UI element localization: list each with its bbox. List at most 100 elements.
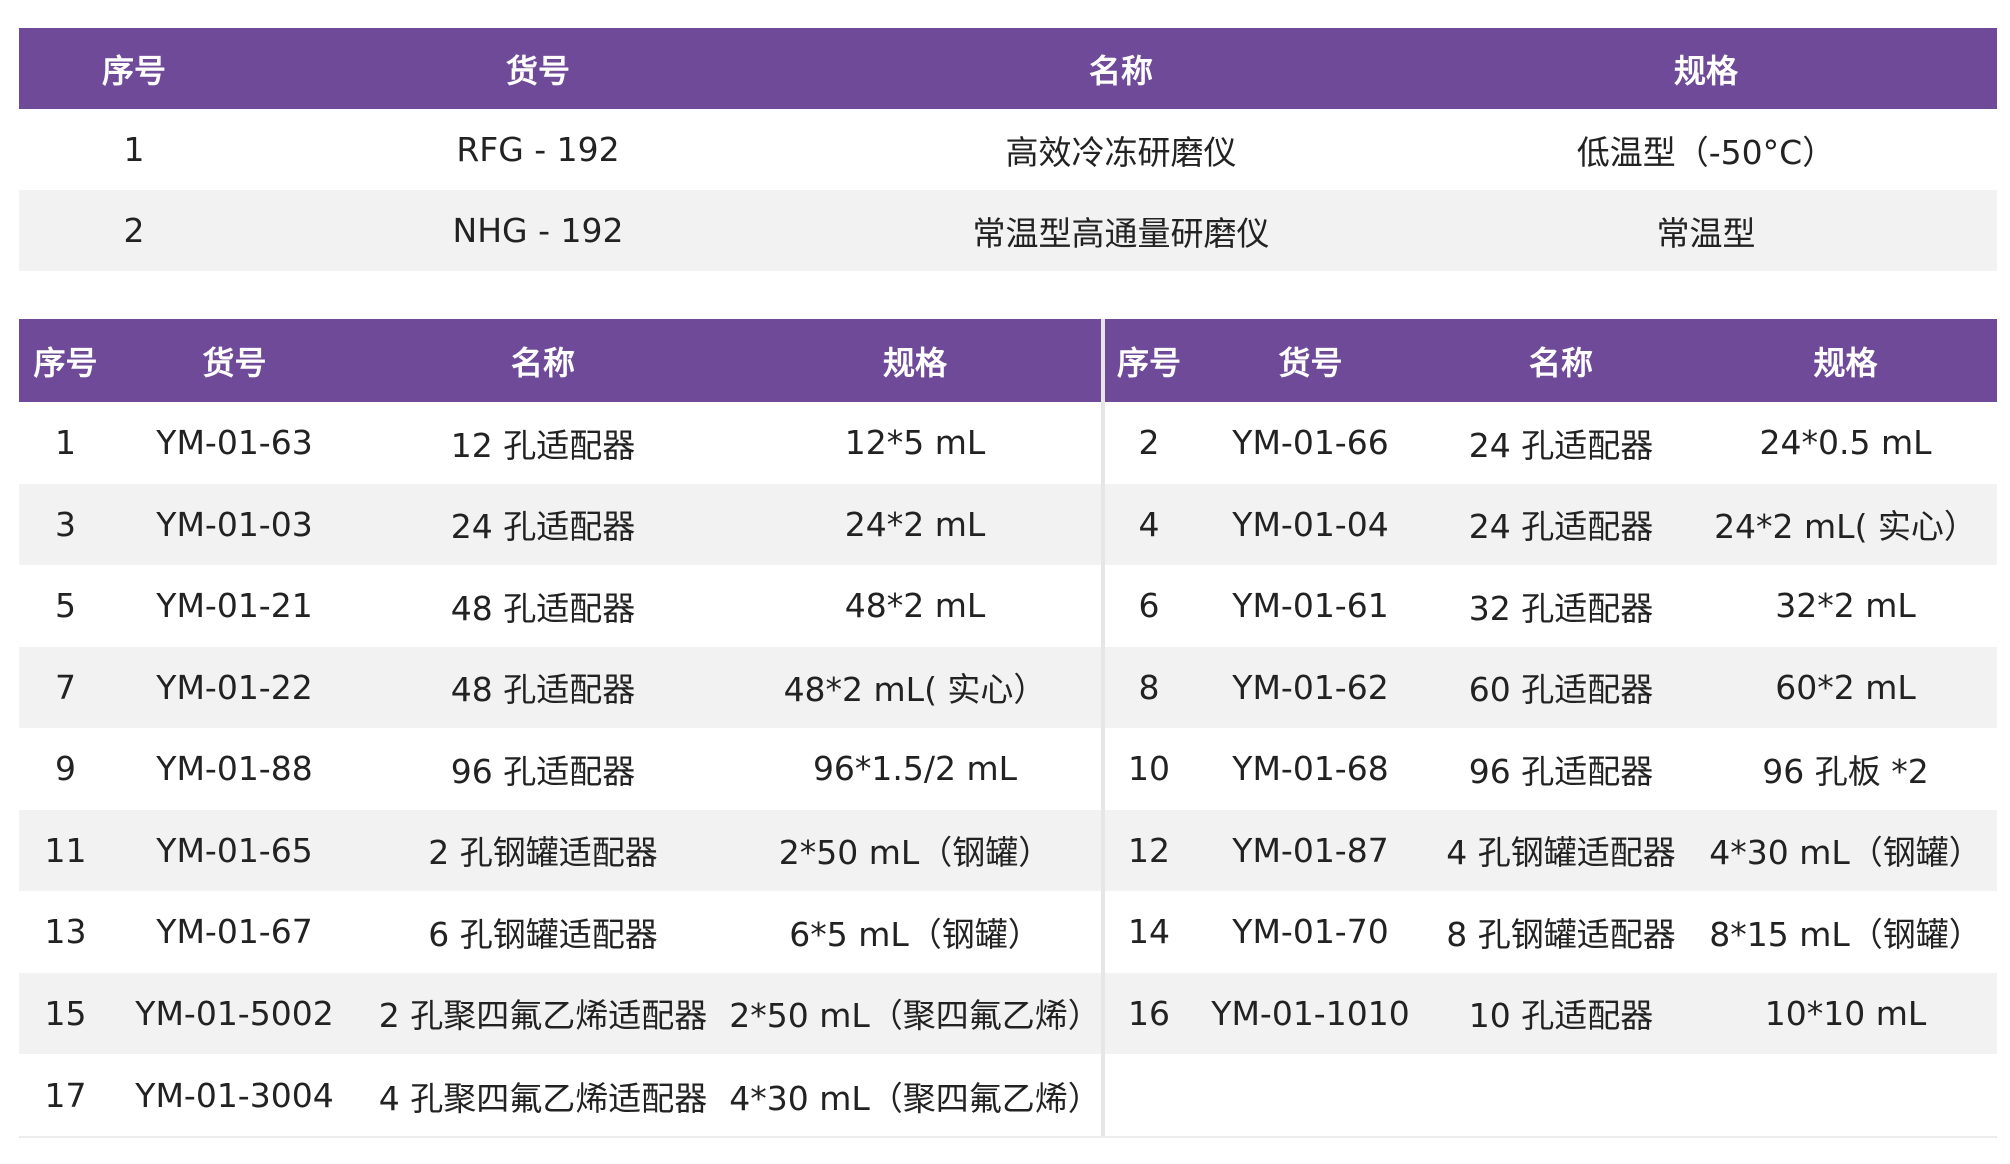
table-row: 10 YM-01-68 96 孔适配器 96 孔板 *2 (1105, 728, 1997, 810)
table-row: 2 YM-01-66 24 孔适配器 24*0.5 mL (1105, 402, 1997, 484)
adapter-table-left-header: 序号 货号 名称 规格 (19, 319, 1101, 402)
table-row: 1 RFG - 192 高效冷冻研磨仪 低温型（-50°C） (19, 109, 1997, 190)
header-index: 序号 (101, 51, 166, 90)
header-index: 序号 (33, 343, 98, 382)
cell-spec: 32*2 mL (1775, 586, 1916, 626)
cell-index: 13 (44, 912, 87, 952)
cell-name: 12 孔适配器 (450, 425, 636, 465)
cell-name: 4 孔聚四氟乙烯适配器 (378, 1078, 708, 1118)
cell-item-number: YM-01-66 (1232, 423, 1389, 463)
cell-name: 96 孔适配器 (450, 751, 636, 791)
cell-item-number: YM-01-87 (1193, 809, 1428, 891)
table-row: 14 YM-01-70 8 孔钢罐适配器 8*15 mL（钢罐） (1105, 891, 1997, 973)
table-row: 13 YM-01-67 6 孔钢罐适配器 6*5 mL（钢罐） (19, 891, 1101, 973)
table-row: 6 YM-01-61 32 孔适配器 32*2 mL (1105, 565, 1997, 647)
header-spec: 规格 (882, 343, 947, 382)
cell-index: 14 (1128, 912, 1170, 952)
cell-item-number: NHG - 192 (249, 190, 827, 271)
cell-index: 17 (44, 1076, 87, 1115)
cell-spec: 2*50 mL（聚四氟乙烯） (729, 972, 1101, 1054)
cell-spec: 8*15 mL（钢罐） (1709, 914, 1982, 954)
cell-name: 48 孔适配器 (357, 646, 729, 728)
cell-index: 5 (55, 586, 76, 626)
cell-item-number: YM-01-21 (156, 586, 313, 626)
cell-spec: 24*2 mL (729, 483, 1101, 565)
cell-spec: 96 孔板 *2 (1762, 751, 1929, 791)
header-item-number: 货号 (505, 51, 570, 90)
cell-index: 2 (1138, 423, 1160, 463)
cell-index: 8 (1105, 646, 1193, 728)
cell-index: 6 (1138, 586, 1160, 626)
cell-name: 96 孔适配器 (1468, 751, 1654, 791)
header-name: 名称 (1088, 51, 1153, 90)
cell-name: 常温型高通量研磨仪 (827, 190, 1415, 271)
instrument-table: 序号 货号 名称 规格 1 RFG - 192 高效冷冻研磨仪 低温型（-50°… (19, 28, 1997, 271)
cell-name: 4 孔钢罐适配器 (1428, 809, 1694, 891)
cell-name: 60 孔适配器 (1428, 646, 1694, 728)
table-row: 16 YM-01-1010 10 孔适配器 10*10 mL (1105, 972, 1997, 1054)
cell-index: 11 (19, 809, 112, 891)
cell-index: 1 (123, 130, 145, 169)
table-row: 3 YM-01-03 24 孔适配器 24*2 mL (19, 483, 1101, 565)
table-row: 17 YM-01-3004 4 孔聚四氟乙烯适配器 4*30 mL（聚四氟乙烯） (19, 1054, 1101, 1137)
bottom-rule (19, 1136, 1997, 1138)
header-item-number: 货号 (202, 343, 267, 382)
cell-name: 10 孔适配器 (1428, 972, 1694, 1054)
header-item-number: 货号 (1278, 343, 1343, 382)
header-index: 序号 (1116, 343, 1181, 382)
cell-spec: 10*10 mL (1694, 972, 1997, 1054)
cell-name: 6 孔钢罐适配器 (428, 914, 658, 954)
cell-spec: 24*2 mL( 实心） (1694, 483, 1997, 565)
cell-spec: 96*1.5/2 mL (812, 749, 1018, 789)
header-name: 名称 (1528, 343, 1593, 382)
cell-spec: 2*50 mL（钢罐） (729, 809, 1101, 891)
cell-item-number: YM-01-61 (1232, 586, 1389, 626)
cell-index: 16 (1105, 972, 1193, 1054)
cell-item-number: YM-01-70 (1232, 912, 1389, 952)
cell-spec: 24*0.5 mL (1759, 423, 1932, 463)
cell-name: 2 孔钢罐适配器 (357, 809, 729, 891)
cell-spec: 48*2 mL (844, 586, 986, 626)
cell-index: 12 (1105, 809, 1193, 891)
table-row: 15 YM-01-5002 2 孔聚四氟乙烯适配器 2*50 mL（聚四氟乙烯） (19, 972, 1101, 1054)
table-row: 1 YM-01-63 12 孔适配器 12*5 mL (19, 402, 1101, 484)
cell-name: 32 孔适配器 (1468, 588, 1654, 628)
cell-spec: 低温型（-50°C） (1576, 132, 1836, 172)
cell-name: 24 孔适配器 (1468, 425, 1654, 465)
header-name: 名称 (510, 343, 575, 382)
cell-item-number: YM-01-3004 (135, 1076, 334, 1115)
table-row: 5 YM-01-21 48 孔适配器 48*2 mL (19, 565, 1101, 647)
adapter-table-right-header: 序号 货号 名称 规格 (1105, 319, 1997, 402)
cell-item-number: YM-01-63 (156, 423, 313, 463)
cell-name: 8 孔钢罐适配器 (1446, 914, 1676, 954)
table-row: 8 YM-01-62 60 孔适配器 60*2 mL (1105, 646, 1997, 728)
cell-spec: 12*5 mL (844, 423, 986, 463)
cell-index: 1 (55, 423, 76, 463)
cell-item-number: YM-01-88 (156, 749, 313, 789)
cell-item-number: YM-01-62 (1193, 646, 1428, 728)
cell-item-number: YM-01-5002 (112, 972, 357, 1054)
cell-spec: 4*30 mL（钢罐） (1694, 809, 1997, 891)
adapter-table-left: 序号 货号 名称 规格 1 YM-01-63 12 孔适配器 12*5 mL 3… (19, 319, 1101, 1137)
cell-spec: 4*30 mL（聚四氟乙烯） (729, 1078, 1101, 1118)
cell-index: 9 (55, 749, 76, 789)
cell-index: 4 (1105, 483, 1193, 565)
cell-item-number: YM-01-03 (112, 483, 357, 565)
cell-index: 15 (19, 972, 112, 1054)
cell-spec: 48*2 mL( 实心） (729, 646, 1101, 728)
cell-name: 24 孔适配器 (357, 483, 729, 565)
cell-item-number: YM-01-04 (1193, 483, 1428, 565)
cell-item-number: RFG - 192 (456, 130, 620, 169)
cell-item-number: YM-01-67 (156, 912, 313, 952)
cell-spec: 常温型 (1415, 190, 1997, 271)
header-spec: 规格 (1813, 343, 1878, 382)
cell-name: 24 孔适配器 (1428, 483, 1694, 565)
cell-item-number: YM-01-22 (112, 646, 357, 728)
cell-name: 高效冷冻研磨仪 (1005, 132, 1237, 172)
header-spec: 规格 (1673, 51, 1738, 90)
table-row: 9 YM-01-88 96 孔适配器 96*1.5/2 mL (19, 728, 1101, 810)
table-row: 7 YM-01-22 48 孔适配器 48*2 mL( 实心） (19, 646, 1101, 728)
cell-index: 7 (19, 646, 112, 728)
cell-item-number: YM-01-1010 (1193, 972, 1428, 1054)
cell-index: 2 (19, 190, 249, 271)
